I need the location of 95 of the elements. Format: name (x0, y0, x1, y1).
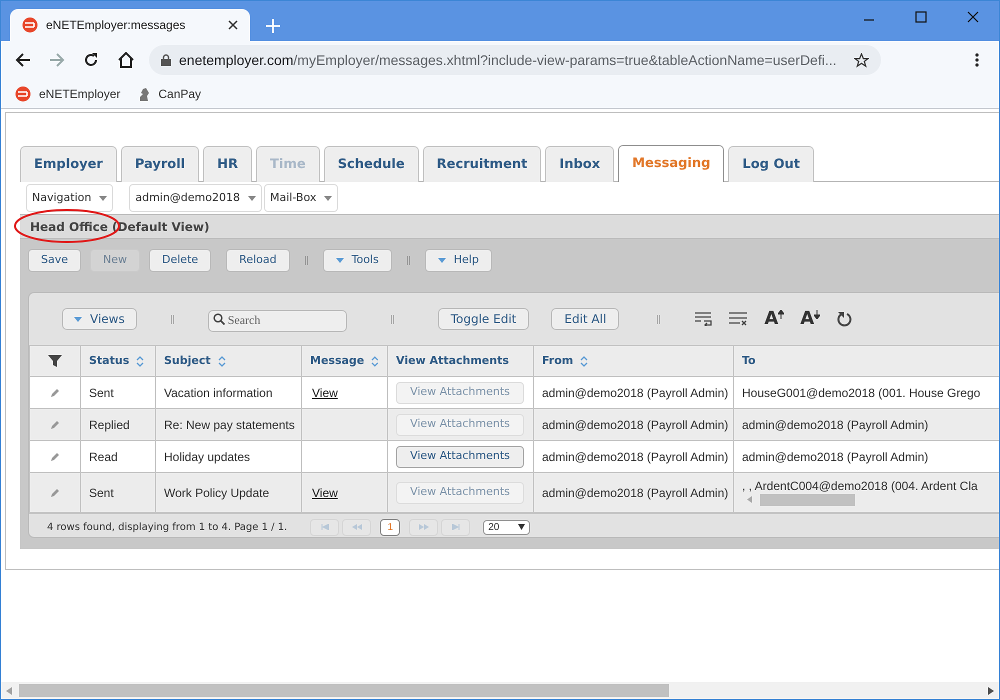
skip-arrow-icon (320, 524, 329, 530)
filter-icon[interactable] (48, 354, 62, 368)
sort-icon[interactable] (136, 356, 144, 366)
logo-icon (22, 17, 38, 33)
reload-icon[interactable] (83, 52, 99, 68)
left-arrow-icon[interactable] (6, 686, 12, 694)
menu-icon[interactable] (975, 53, 979, 67)
nav-tab[interactable]: Inbox (545, 146, 614, 182)
star-icon[interactable] (854, 52, 869, 68)
address-bar[interactable]: enetemployer.com/myEmployer/messages.xhtml?include-view-params=true&tableActionName=userDefi... (149, 45, 881, 75)
search-field[interactable]: Search (208, 310, 347, 332)
table-cell: Sent (89, 386, 114, 400)
nav-tab[interactable]: Employer (20, 146, 117, 182)
pencil-icon[interactable] (50, 488, 60, 498)
caret-icon (438, 258, 446, 262)
table-cell-text: admin@demo2018 (Payroll Admin) (742, 418, 930, 432)
close-icon[interactable] (228, 20, 238, 30)
search-icon (212, 313, 225, 325)
table-cell: Work Policy Update (164, 486, 270, 500)
reset-icon[interactable] (836, 311, 852, 327)
caret-icon (74, 316, 82, 322)
left-arrow-icon[interactable] (747, 496, 752, 503)
back-icon[interactable] (15, 52, 31, 68)
nav-tab[interactable]: Log Out (728, 146, 814, 182)
view-link[interactable]: View (312, 486, 338, 500)
close-icon[interactable] (967, 11, 979, 23)
table-cell: Sent (89, 486, 114, 500)
row-summary: 4 rows found, displaying from 1 to 4. Page 1 / 1. (47, 520, 288, 534)
table-cell: Re: New pay statements (164, 418, 295, 432)
double-arrow-icon (352, 524, 362, 530)
views-button[interactable]: Views (62, 308, 137, 330)
toolbar-button[interactable]: Reload (226, 248, 290, 272)
right-arrow-icon[interactable] (988, 686, 994, 694)
table-cell-text: , , ArdentC004@demo2018 (004. Ardent Cla (742, 478, 979, 492)
bookmark-link[interactable]: CanPay (136, 84, 202, 102)
bookmark-link[interactable]: eNETEmployer (15, 84, 120, 102)
pencil-icon[interactable] (50, 452, 60, 462)
url-text: enetemployer.com/myEmployer/messages.xhtml?include-view-params=true&tableActionName=userDefi... (179, 50, 838, 70)
font-decrease-button[interactable]: A (800, 310, 820, 328)
table-cell: admin@demo2018 (Payroll Admin) (542, 386, 728, 400)
toolbar-button[interactable]: Toggle Edit (438, 308, 530, 330)
sort-icon[interactable] (580, 356, 588, 366)
toolbar-button[interactable]: Save (28, 248, 82, 272)
column-header[interactable]: Subject (156, 346, 302, 376)
table-cell: Replied (89, 418, 130, 432)
toolbar-button[interactable]: Help (424, 248, 492, 272)
table-cell: Vacation information (164, 386, 273, 400)
tab-title: eNETEmployer:messages (46, 17, 186, 34)
wrap-lines-icon[interactable] (694, 312, 712, 326)
caret-icon (324, 196, 332, 200)
browser-tab[interactable]: eNETEmployer:messages (10, 9, 250, 41)
view-attachments-button[interactable]: View Attachments (396, 446, 524, 468)
caret-icon (99, 196, 108, 200)
toolbar-button[interactable]: Edit All (551, 308, 620, 330)
table-cell: admin@demo2018 (Payroll Admin) (542, 450, 728, 464)
down-arrow-icon (814, 310, 820, 319)
dropdown[interactable]: Mail-Box (264, 184, 338, 212)
sort-icon[interactable] (218, 356, 226, 366)
font-increase-button[interactable]: A (764, 310, 784, 328)
nav-tab[interactable]: Payroll (120, 146, 200, 182)
table-cell: admin@demo2018 (Payroll Admin) (542, 486, 728, 500)
table-cell: Holiday updates (164, 450, 250, 464)
up-arrow-icon (778, 310, 784, 319)
toolbar-button[interactable]: Delete (149, 248, 212, 272)
maximize-icon[interactable] (915, 11, 927, 23)
page-button[interactable]: 1 (380, 518, 400, 536)
caret-icon (248, 196, 256, 200)
home-icon[interactable] (117, 52, 135, 68)
pencil-icon[interactable] (50, 420, 60, 430)
toolbar-button[interactable]: Tools (322, 248, 392, 272)
sort-icon[interactable] (371, 356, 379, 366)
table-cell: admin@demo2018 (Payroll Admin) (542, 418, 728, 432)
lock-icon (161, 54, 171, 66)
logo-icon (15, 86, 31, 102)
table-cell: Read (89, 450, 118, 464)
pencil-icon[interactable] (50, 388, 60, 398)
view-link[interactable]: View (312, 386, 338, 400)
skip-arrow-icon (452, 524, 460, 530)
table-cell-text: admin@demo2018 (Payroll Admin) (742, 450, 930, 464)
new-tab-icon[interactable] (266, 19, 280, 33)
column-header: View Attachments (388, 346, 534, 376)
caret-icon (518, 524, 526, 530)
dropdown[interactable]: admin@demo2018 (129, 184, 262, 212)
nav-tab[interactable]: Schedule (324, 146, 419, 182)
scrollbar-thumb[interactable] (19, 684, 669, 697)
table-cell-text: HouseG001@demo2018 (001. House Grego (742, 386, 982, 400)
page-size-select[interactable]: 20 (483, 520, 530, 534)
column-header[interactable]: From (534, 346, 734, 376)
nav-tab[interactable]: Recruitment (422, 146, 542, 182)
double-arrow-icon (418, 524, 429, 530)
forward-icon[interactable] (49, 52, 65, 68)
caret-icon (336, 258, 344, 262)
nav-tab[interactable]: HR (203, 146, 252, 182)
dropdown[interactable]: Navigation (26, 184, 114, 212)
clear-lines-icon[interactable] (728, 312, 748, 326)
